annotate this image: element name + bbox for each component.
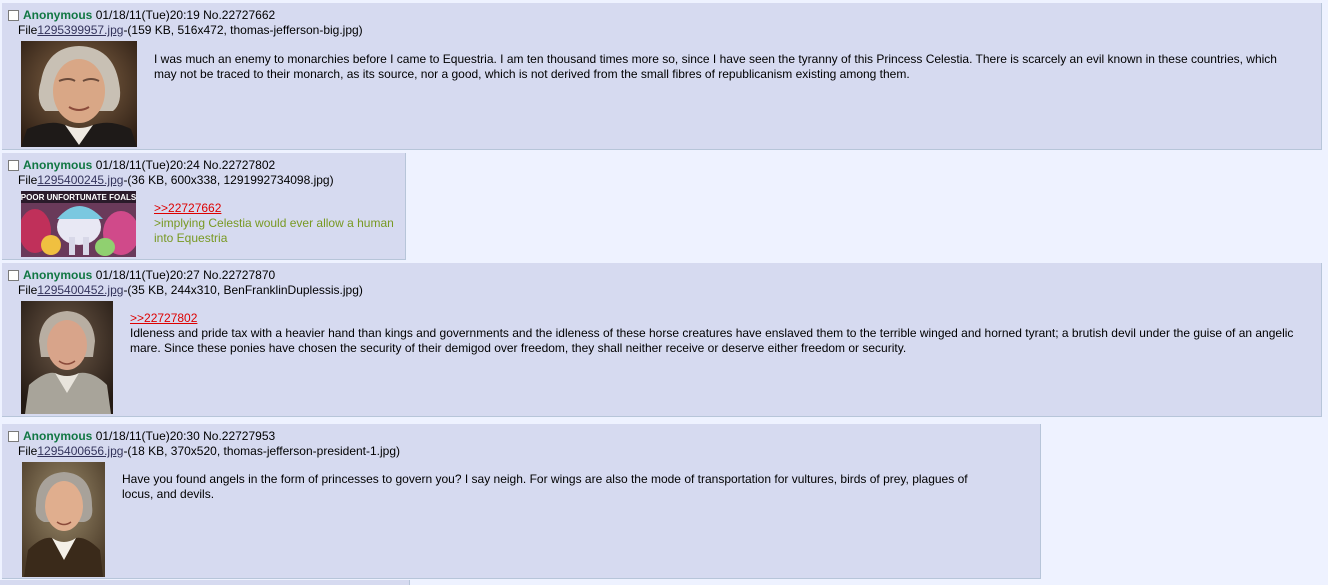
post-message: Have you found angels in the form of pri… [122,472,1002,502]
file-meta: -(18 KB, 370x520, thomas-jefferson-presi… [123,444,401,458]
post-select-checkbox[interactable] [8,431,19,442]
file-label: File [18,444,38,458]
file-link[interactable]: 1295399957.jpg [37,23,123,37]
quote-link[interactable]: >>22727802 [130,311,1300,326]
file-meta: -(36 KB, 600x338, 1291992734098.jpg) [123,173,334,187]
thumbnail-image[interactable] [21,301,113,414]
next-post-edge [0,580,410,585]
post-message: I was much an enemy to monarchies before… [154,52,1294,82]
reply-post: Anonymous 01/18/11(Tue)20:27 No.22727870… [2,263,1322,417]
file-info: File1295400245.jpg-(36 KB, 600x338, 1291… [18,174,334,187]
post-message: >>22727802 Idleness and pride tax with a… [130,311,1300,356]
post-header: Anonymous 01/18/11(Tue)20:24 No.22727802 [8,159,275,172]
post-datetime: 01/18/11(Tue)20:19 [95,8,200,22]
reply-post: Anonymous 01/18/11(Tue)20:19 No.22727662… [2,3,1322,150]
file-label: File [18,283,38,297]
post-select-checkbox[interactable] [8,270,19,281]
file-link[interactable]: 1295400245.jpg [37,173,123,187]
poster-name: Anonymous [23,8,93,22]
post-select-checkbox[interactable] [8,160,19,171]
poster-name: Anonymous [23,158,93,172]
reply-post: Anonymous 01/18/11(Tue)20:30 No.22727953… [2,424,1041,579]
reply-post: Anonymous 01/18/11(Tue)20:24 No.22727802… [2,153,406,260]
file-info: File1295400656.jpg-(18 KB, 370x520, thom… [18,445,400,458]
thumbnail-caption: POOR UNFORTUNATE FOALS [21,193,136,202]
message-text: I was much an enemy to monarchies before… [154,52,1277,81]
post-header: Anonymous 01/18/11(Tue)20:30 No.22727953 [8,430,275,443]
post-select-checkbox[interactable] [8,10,19,21]
file-meta: -(159 KB, 516x472, thomas-jefferson-big.… [123,23,363,37]
post-header: Anonymous 01/18/11(Tue)20:19 No.22727662 [8,9,275,22]
file-meta: -(35 KB, 244x310, BenFranklinDuplessis.j… [123,283,363,297]
file-link[interactable]: 1295400452.jpg [37,283,123,297]
file-label: File [18,23,38,37]
post-number[interactable]: No.22727870 [203,268,275,282]
greentext-line: >implying Celestia would ever allow a hu… [154,216,394,245]
post-datetime: 01/18/11(Tue)20:30 [95,429,200,443]
message-text: Idleness and pride tax with a heavier ha… [130,326,1294,355]
thumbnail-image[interactable]: POOR UNFORTUNATE FOALS [21,191,136,257]
poster-name: Anonymous [23,429,93,443]
post-number[interactable]: No.22727802 [203,158,275,172]
post-datetime: 01/18/11(Tue)20:27 [95,268,200,282]
post-datetime: 01/18/11(Tue)20:24 [95,158,200,172]
thumbnail-image[interactable] [22,462,105,577]
file-link[interactable]: 1295400656.jpg [37,444,123,458]
post-header: Anonymous 01/18/11(Tue)20:27 No.22727870 [8,269,275,282]
post-number[interactable]: No.22727662 [203,8,275,22]
poster-name: Anonymous [23,268,93,282]
thumbnail-image[interactable] [21,41,137,147]
quote-link[interactable]: >>22727662 [154,201,394,216]
file-label: File [18,173,38,187]
file-info: File1295399957.jpg-(159 KB, 516x472, tho… [18,24,363,37]
post-number[interactable]: No.22727953 [203,429,275,443]
message-text: Have you found angels in the form of pri… [122,472,968,501]
file-info: File1295400452.jpg-(35 KB, 244x310, BenF… [18,284,363,297]
post-message: >>22727662 >implying Celestia would ever… [154,201,394,246]
